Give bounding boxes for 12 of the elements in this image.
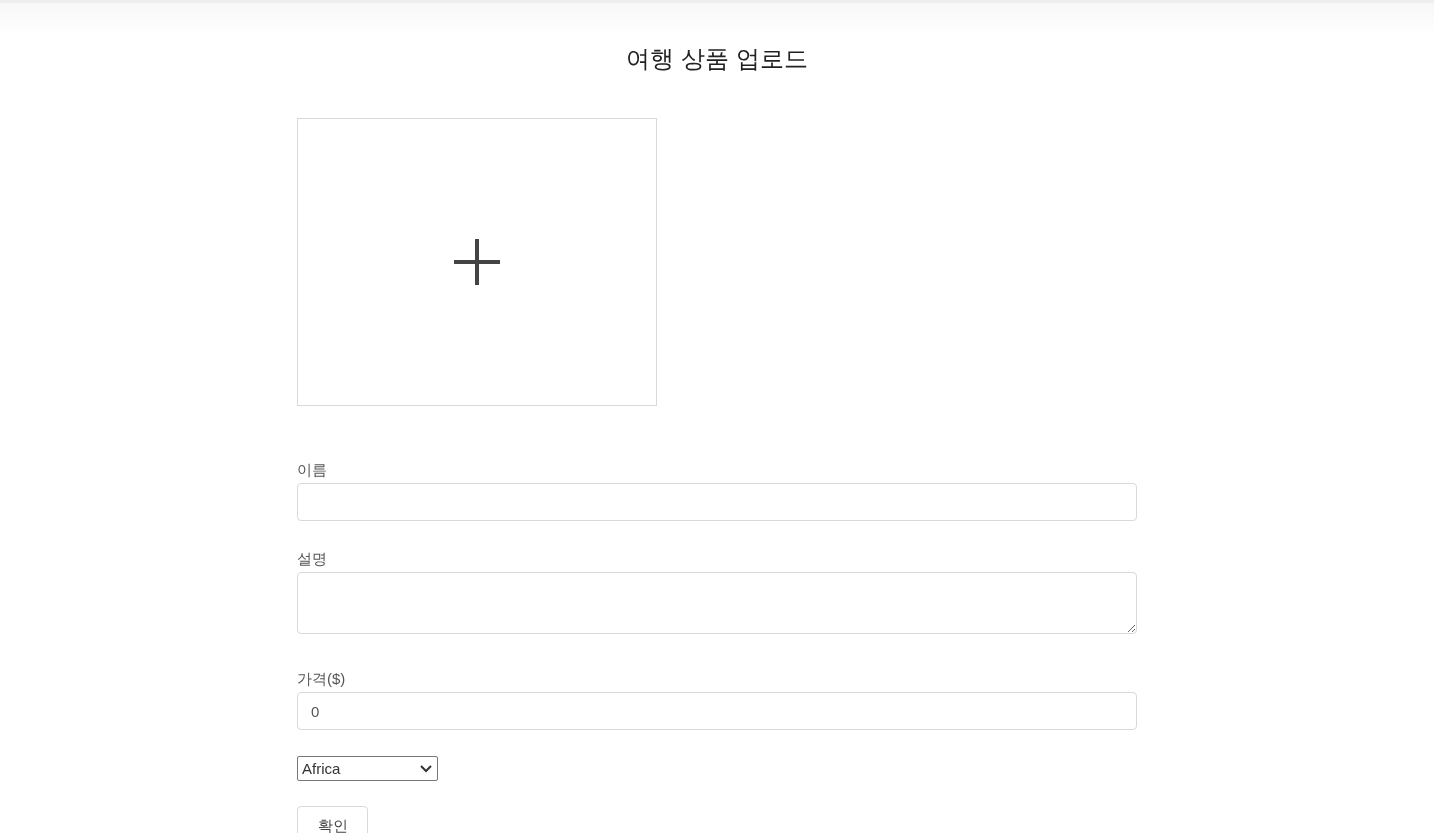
page-title: 여행 상품 업로드 (625, 44, 809, 74)
chevron-icon (420, 764, 432, 773)
field-label: 이름 (297, 460, 328, 480)
field-label: 가격($) (297, 669, 347, 689)
field-label: 설명 (297, 549, 328, 569)
text-field[interactable]: 0 (297, 692, 1137, 730)
description-field[interactable] (297, 572, 1137, 634)
text-field[interactable] (297, 483, 1137, 521)
plus-icon (453, 238, 501, 286)
image-dropzone[interactable] (297, 118, 657, 406)
region-dropdown[interactable]: Africa (297, 756, 438, 781)
confirm-button[interactable]: 확인 (297, 806, 368, 833)
